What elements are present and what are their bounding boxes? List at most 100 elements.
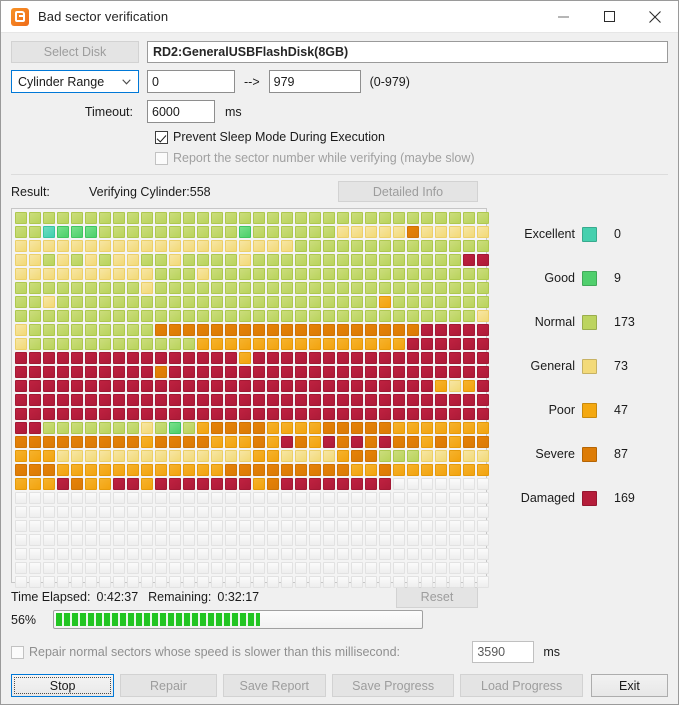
sector-cell — [43, 506, 55, 518]
sector-cell — [57, 520, 69, 532]
sector-cell — [225, 492, 237, 504]
sector-cell — [379, 422, 391, 434]
sector-cell — [253, 254, 265, 266]
sector-cell — [351, 506, 363, 518]
legend-item-count: 0 — [614, 227, 621, 241]
sector-cell — [155, 226, 167, 238]
sector-cell — [253, 464, 265, 476]
sector-cell — [183, 534, 195, 546]
sector-cell — [239, 548, 251, 560]
sector-cell — [393, 478, 405, 490]
timeout-row: Timeout: 6000 ms — [11, 100, 668, 123]
sector-cell — [393, 450, 405, 462]
sector-cell — [71, 506, 83, 518]
load-progress-button[interactable]: Load Progress — [460, 674, 583, 697]
sector-cell — [127, 534, 139, 546]
sector-cell — [379, 296, 391, 308]
save-progress-button[interactable]: Save Progress — [331, 674, 455, 697]
sector-cell — [239, 380, 251, 392]
sector-cell — [393, 310, 405, 322]
sector-cell — [407, 548, 419, 560]
prevent-sleep-row[interactable]: Prevent Sleep Mode During Execution — [11, 130, 668, 144]
sector-cell — [323, 520, 335, 532]
sector-cell — [407, 254, 419, 266]
sector-cell — [295, 282, 307, 294]
sector-cell — [197, 310, 209, 322]
sector-cell — [183, 562, 195, 574]
sector-cell — [309, 268, 321, 280]
sector-cell — [183, 240, 195, 252]
legend-color-swatch — [582, 314, 597, 330]
report-sector-label: Report the sector number while verifying… — [173, 151, 475, 165]
sector-cell — [281, 506, 293, 518]
sector-cell — [267, 464, 279, 476]
sector-cell — [449, 338, 461, 350]
sector-cell — [71, 464, 83, 476]
sector-cell — [211, 464, 223, 476]
sector-cell — [155, 450, 167, 462]
range-start-input[interactable]: 0 — [147, 70, 235, 93]
sector-cell — [141, 338, 153, 350]
sector-cell — [477, 422, 489, 434]
sector-cell — [421, 450, 433, 462]
sector-cell — [71, 548, 83, 560]
select-disk-button[interactable]: Select Disk — [11, 41, 139, 63]
sector-cell — [351, 464, 363, 476]
save-report-button[interactable]: Save Report — [222, 674, 326, 697]
sector-cell — [309, 450, 321, 462]
sector-cell — [253, 352, 265, 364]
sector-cell — [379, 240, 391, 252]
sector-cell — [295, 352, 307, 364]
sector-cell — [225, 534, 237, 546]
sector-cell — [323, 310, 335, 322]
sector-cell — [155, 562, 167, 574]
sector-cell — [337, 212, 349, 224]
stop-button[interactable]: Stop — [11, 674, 115, 697]
close-icon[interactable] — [632, 1, 678, 32]
sector-cell — [197, 548, 209, 560]
sector-cell — [463, 464, 475, 476]
sector-cell — [85, 422, 97, 434]
timeout-input[interactable]: 6000 — [147, 100, 215, 123]
sector-cell — [253, 562, 265, 574]
range-mode-select[interactable]: Cylinder Range — [11, 70, 139, 93]
sector-cell — [169, 492, 181, 504]
sector-cell — [15, 506, 27, 518]
sector-cell — [463, 394, 475, 406]
legend-color-swatch — [582, 490, 597, 506]
range-end-input[interactable]: 979 — [268, 70, 361, 93]
sector-cell — [43, 268, 55, 280]
sector-cell — [463, 352, 475, 364]
sector-cell — [323, 562, 335, 574]
sector-cell — [225, 296, 237, 308]
sector-cell — [15, 268, 27, 280]
detailed-info-button[interactable]: Detailed Info — [338, 181, 478, 202]
minimize-icon[interactable] — [540, 1, 586, 32]
sector-cell — [99, 380, 111, 392]
sector-cell — [267, 282, 279, 294]
sector-cell — [225, 464, 237, 476]
prevent-sleep-checkbox[interactable] — [155, 130, 168, 144]
sector-cell — [323, 380, 335, 392]
sector-map[interactable] — [11, 208, 489, 588]
sector-cell — [169, 450, 181, 462]
exit-button[interactable]: Exit — [590, 674, 668, 697]
sector-cell — [169, 254, 181, 266]
sector-cell — [393, 394, 405, 406]
repair-threshold-input[interactable]: 3590 — [472, 641, 535, 663]
sector-cell — [127, 576, 139, 588]
sector-cell — [365, 380, 377, 392]
sector-cell — [197, 576, 209, 588]
sector-cell — [365, 268, 377, 280]
sector-cell — [169, 436, 181, 448]
sector-cell — [295, 338, 307, 350]
sector-cell — [225, 436, 237, 448]
repair-button[interactable]: Repair — [120, 674, 217, 697]
bad-sector-verification-window: Bad sector verification Select Disk RD2:… — [0, 0, 679, 705]
sector-cell — [85, 506, 97, 518]
sector-cell — [127, 254, 139, 266]
sector-cell — [239, 338, 251, 350]
maximize-icon[interactable] — [586, 1, 632, 32]
repair-slow-checkbox[interactable] — [11, 645, 24, 659]
sector-cell — [351, 212, 363, 224]
